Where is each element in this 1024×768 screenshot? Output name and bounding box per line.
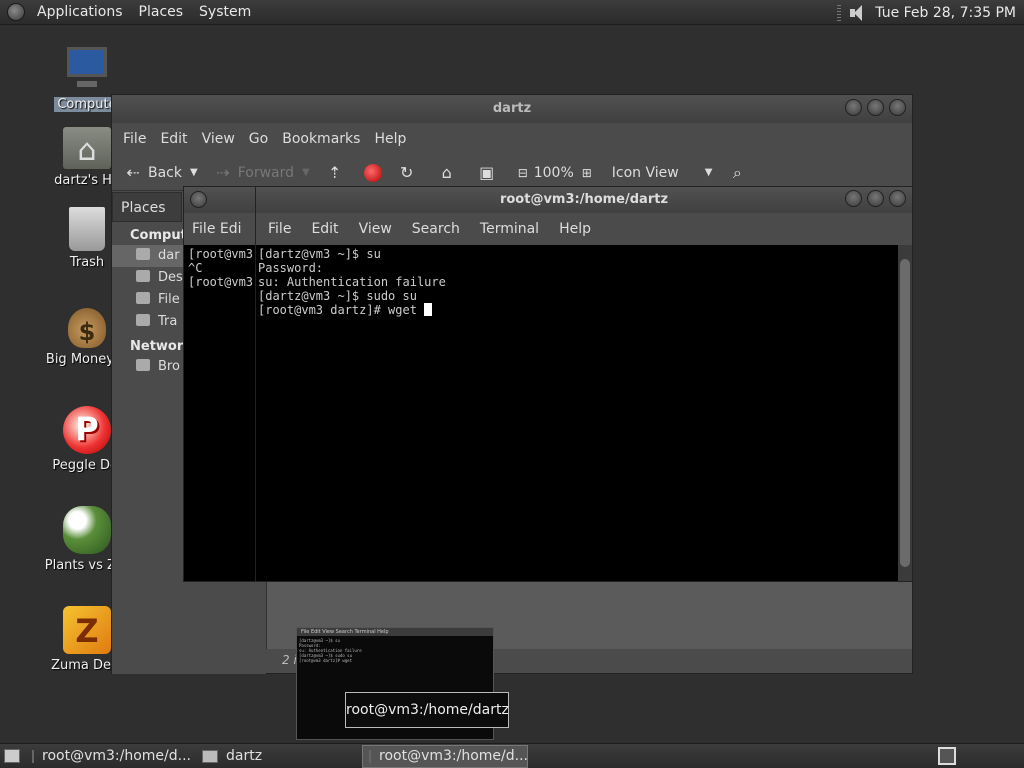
zuma-icon bbox=[63, 606, 111, 654]
view-mode-label: Icon View bbox=[611, 164, 679, 181]
menu-file[interactable]: File bbox=[116, 131, 153, 147]
panel-grip bbox=[837, 4, 842, 21]
back-history-dropdown-icon[interactable]: ▼ bbox=[190, 167, 198, 178]
menu-edit[interactable]: Edit bbox=[301, 221, 348, 237]
clock[interactable]: Tue Feb 28, 7:35 PM bbox=[875, 5, 1020, 21]
terminal-line: [dartz@vm3 ~]$ su bbox=[258, 247, 381, 261]
chevron-down-icon: ▼ bbox=[704, 167, 713, 178]
menu-edit[interactable]: Edit bbox=[153, 131, 194, 147]
bottom-panel: root@vm3:/home/d... dartz root@vm3:/home… bbox=[0, 743, 1024, 768]
money-bag-icon bbox=[68, 308, 106, 348]
system-menu[interactable]: System bbox=[191, 4, 259, 20]
file-manager-titlebar[interactable]: dartz bbox=[112, 95, 912, 123]
plants-icon bbox=[63, 506, 111, 554]
window-title: dartz bbox=[492, 101, 532, 116]
up-arrow-icon: ⇡ bbox=[328, 162, 342, 182]
forward-arrow-icon: ⇢ bbox=[216, 162, 230, 182]
search-icon: ⌕ bbox=[732, 162, 742, 182]
window-button[interactable] bbox=[190, 191, 207, 208]
terminal-icon bbox=[32, 749, 34, 763]
terminal-titlebar[interactable]: root@vm3:/home/dartz bbox=[256, 187, 912, 213]
terminal-line: [root@vm3 dartz]# wget bbox=[258, 303, 425, 317]
desktop-icon-label: Compute bbox=[54, 97, 120, 112]
stop-icon bbox=[363, 163, 382, 182]
menu-terminal[interactable]: Terminal bbox=[470, 221, 549, 237]
home-button[interactable]: ⌂ bbox=[436, 163, 462, 183]
terminal-scrollbar[interactable] bbox=[898, 245, 912, 581]
forward-button[interactable]: ⇢ Forward ▼ bbox=[212, 163, 310, 183]
minimize-button[interactable] bbox=[845, 190, 862, 207]
background-terminal-window[interactable]: File Edi [root@vm3 ^C [root@vm3 bbox=[183, 186, 265, 582]
computer-icon bbox=[63, 45, 111, 93]
reload-icon: ↻ bbox=[400, 162, 414, 182]
top-panel: Applications Places System Tue Feb 28, 7… bbox=[0, 0, 1024, 25]
computer-button[interactable]: ▣ bbox=[476, 163, 502, 183]
taskbar-item-dartz[interactable]: dartz bbox=[196, 745, 358, 768]
menu-go[interactable]: Go bbox=[242, 131, 275, 147]
terminal-menubar: File Edit View Search Terminal Help bbox=[256, 213, 912, 245]
maximize-button[interactable] bbox=[867, 99, 884, 116]
terminal-icon bbox=[369, 749, 371, 763]
up-button[interactable]: ⇡ bbox=[324, 163, 350, 183]
show-desktop-icon[interactable] bbox=[4, 749, 20, 763]
background-terminal-output: [root@vm3 ^C [root@vm3 bbox=[188, 247, 254, 289]
computer-icon: ▣ bbox=[479, 162, 495, 182]
reload-button[interactable]: ↻ bbox=[396, 163, 422, 183]
back-button[interactable]: ⇠ Back ▼ bbox=[122, 162, 198, 183]
places-menu[interactable]: Places bbox=[131, 4, 192, 20]
thumbnail-menubar: File Edit View Search Terminal Help bbox=[297, 628, 493, 636]
peggle-icon bbox=[63, 406, 111, 454]
stop-button[interactable] bbox=[363, 163, 382, 182]
applications-menu[interactable]: Applications bbox=[29, 4, 131, 20]
view-mode-select[interactable]: Icon View ▼ bbox=[612, 165, 713, 181]
menu-file[interactable]: File bbox=[258, 221, 301, 237]
taskbar-item-terminal-1[interactable]: root@vm3:/home/d... bbox=[26, 745, 192, 768]
home-icon: ⌂ bbox=[441, 162, 452, 182]
zoom-in-icon[interactable]: ⊞ bbox=[580, 163, 594, 183]
back-arrow-icon: ⇠ bbox=[126, 162, 140, 182]
zoom-control: ⊟ 100% ⊞ bbox=[516, 163, 598, 183]
terminal-line: Password: bbox=[258, 261, 324, 275]
thumbnail-output: [dartz@vm3 ~]$ su Password: su: Authenti… bbox=[299, 638, 362, 663]
zoom-out-icon[interactable]: ⊟ bbox=[516, 163, 530, 183]
window-title: root@vm3:/home/dartz bbox=[499, 192, 669, 207]
terminal-output[interactable]: [dartz@vm3 ~]$ su Password: su: Authenti… bbox=[256, 245, 898, 581]
taskbar-item-terminal-2[interactable]: root@vm3:/home/d... bbox=[362, 744, 528, 768]
menu-help[interactable]: Help bbox=[549, 221, 601, 237]
volume-icon[interactable] bbox=[847, 4, 869, 22]
forward-label: Forward bbox=[237, 164, 295, 181]
folder-icon bbox=[202, 749, 218, 763]
terminal-window: root@vm3:/home/dartz File Edit View Sear… bbox=[255, 186, 913, 582]
menu-view[interactable]: View bbox=[349, 221, 402, 237]
minimize-button[interactable] bbox=[845, 99, 862, 116]
close-button[interactable] bbox=[889, 190, 906, 207]
terminal-line: [dartz@vm3 ~]$ sudo su bbox=[258, 289, 417, 303]
file-manager-menubar: File Edit View Go Bookmarks Help bbox=[112, 123, 912, 155]
distro-logo-icon[interactable] bbox=[7, 3, 25, 21]
workspace-switcher[interactable] bbox=[938, 747, 956, 765]
home-folder-icon bbox=[63, 127, 111, 169]
close-button[interactable] bbox=[889, 99, 906, 116]
zoom-level: 100% bbox=[533, 164, 574, 181]
taskbar-tooltip: root@vm3:/home/dartz bbox=[345, 692, 509, 728]
sidebar-header[interactable]: Places bbox=[112, 192, 182, 222]
forward-history-dropdown-icon[interactable]: ▼ bbox=[302, 167, 310, 178]
trash-icon bbox=[69, 207, 105, 251]
background-terminal-menubar[interactable]: File Edi bbox=[184, 213, 264, 245]
menu-help[interactable]: Help bbox=[367, 131, 413, 147]
menu-bookmarks[interactable]: Bookmarks bbox=[275, 131, 367, 147]
background-terminal-titlebar[interactable] bbox=[184, 187, 264, 213]
scrollbar-thumb[interactable] bbox=[900, 259, 910, 567]
text-cursor bbox=[424, 303, 433, 316]
search-button[interactable]: ⌕ bbox=[726, 163, 752, 183]
terminal-line: su: Authentication failure bbox=[258, 275, 446, 289]
menu-search[interactable]: Search bbox=[402, 221, 470, 237]
maximize-button[interactable] bbox=[867, 190, 884, 207]
back-label: Back bbox=[148, 164, 182, 181]
menu-view[interactable]: View bbox=[195, 131, 242, 147]
